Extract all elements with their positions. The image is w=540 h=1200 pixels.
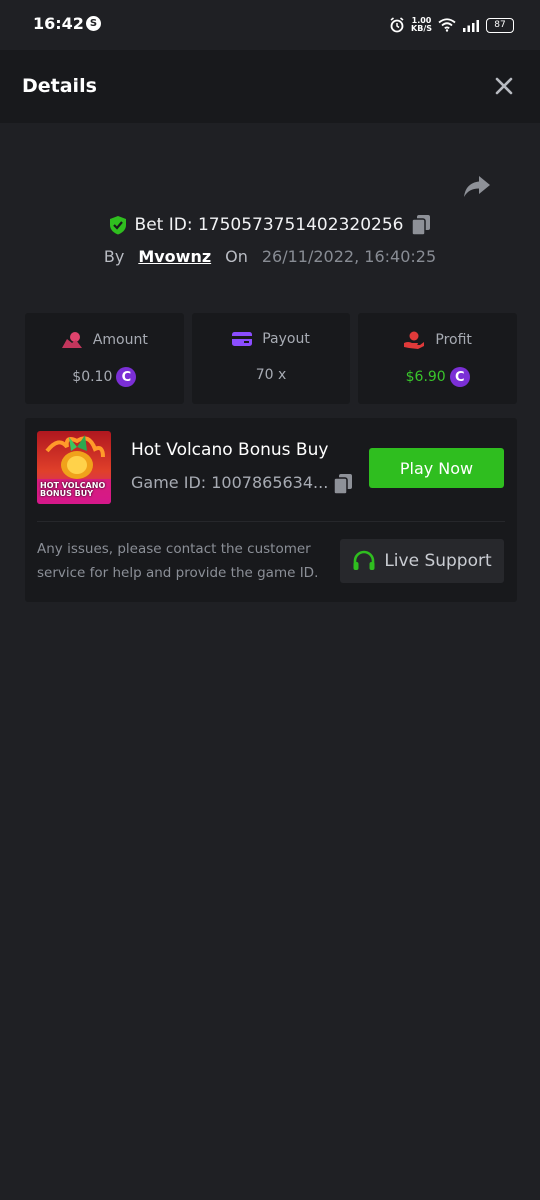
signal-icon xyxy=(463,19,479,32)
battery-icon: 87 xyxy=(486,17,514,33)
stat-profit: Profit $6.90 C xyxy=(358,313,518,404)
profit-icon xyxy=(404,331,425,349)
support-message: Any issues, please contact the customer … xyxy=(37,541,319,581)
stat-label: Profit xyxy=(435,332,472,348)
network-speed: 1.00 KB/S xyxy=(411,16,432,33)
play-now-button[interactable]: Play Now xyxy=(369,448,504,488)
status-bar: 16:42 S 1.00 KB/S 87 xyxy=(0,0,540,50)
game-name: Hot Volcano Bonus Buy xyxy=(131,440,329,460)
copy-icon[interactable] xyxy=(411,214,431,236)
bet-id-row: Bet ID: 1750573751402320256 xyxy=(0,210,540,240)
shield-check-icon xyxy=(109,216,126,235)
game-id: Game ID: 1007865634... xyxy=(131,473,329,492)
live-support-label: Live Support xyxy=(384,551,492,571)
amount-icon xyxy=(61,332,82,348)
stat-value: $0.10 xyxy=(72,369,113,385)
thumb-subtitle: BONUS BUY xyxy=(40,489,94,498)
stat-value: 70 x xyxy=(255,367,287,383)
user-link[interactable]: Mvownz xyxy=(138,247,211,266)
coin-icon: C xyxy=(449,367,470,387)
bet-meta-row: By Mvownz On 26/11/2022, 16:40:25 xyxy=(0,243,540,269)
details-header: Details xyxy=(0,50,540,123)
notification-s-icon: S xyxy=(86,16,101,31)
stat-payout: Payout 70 x xyxy=(191,313,351,404)
share-icon[interactable] xyxy=(462,174,492,200)
game-card: HOT VOLCANO BONUS BUY Hot Volcano Bonus … xyxy=(25,418,517,602)
divider xyxy=(37,521,505,522)
by-label: By xyxy=(103,246,125,266)
live-support-button[interactable]: Live Support xyxy=(340,539,504,583)
stat-amount: Amount $0.10 C xyxy=(25,313,184,404)
status-time: 16:42 xyxy=(33,14,84,33)
wifi-icon xyxy=(438,18,456,32)
card-icon xyxy=(232,332,253,346)
coin-icon: C xyxy=(116,367,137,387)
stat-label: Amount xyxy=(92,332,148,348)
status-icons: 1.00 KB/S 87 xyxy=(389,13,514,37)
bet-stats: Amount $0.10 C Payout 70 x Profit $6.90 … xyxy=(25,313,518,404)
page-title: Details xyxy=(22,75,97,97)
game-thumbnail[interactable]: HOT VOLCANO BONUS BUY xyxy=(37,431,111,504)
copy-icon[interactable] xyxy=(333,473,353,495)
stat-label: Payout xyxy=(262,331,310,347)
headset-icon xyxy=(353,550,375,570)
alarm-icon xyxy=(390,17,404,33)
close-icon[interactable] xyxy=(492,74,516,98)
bet-id: Bet ID: 1750573751402320256 xyxy=(134,215,404,235)
stat-value: $6.90 xyxy=(405,369,446,385)
on-label: On xyxy=(225,246,248,266)
bet-date: 26/11/2022, 16:40:25 xyxy=(261,246,437,266)
